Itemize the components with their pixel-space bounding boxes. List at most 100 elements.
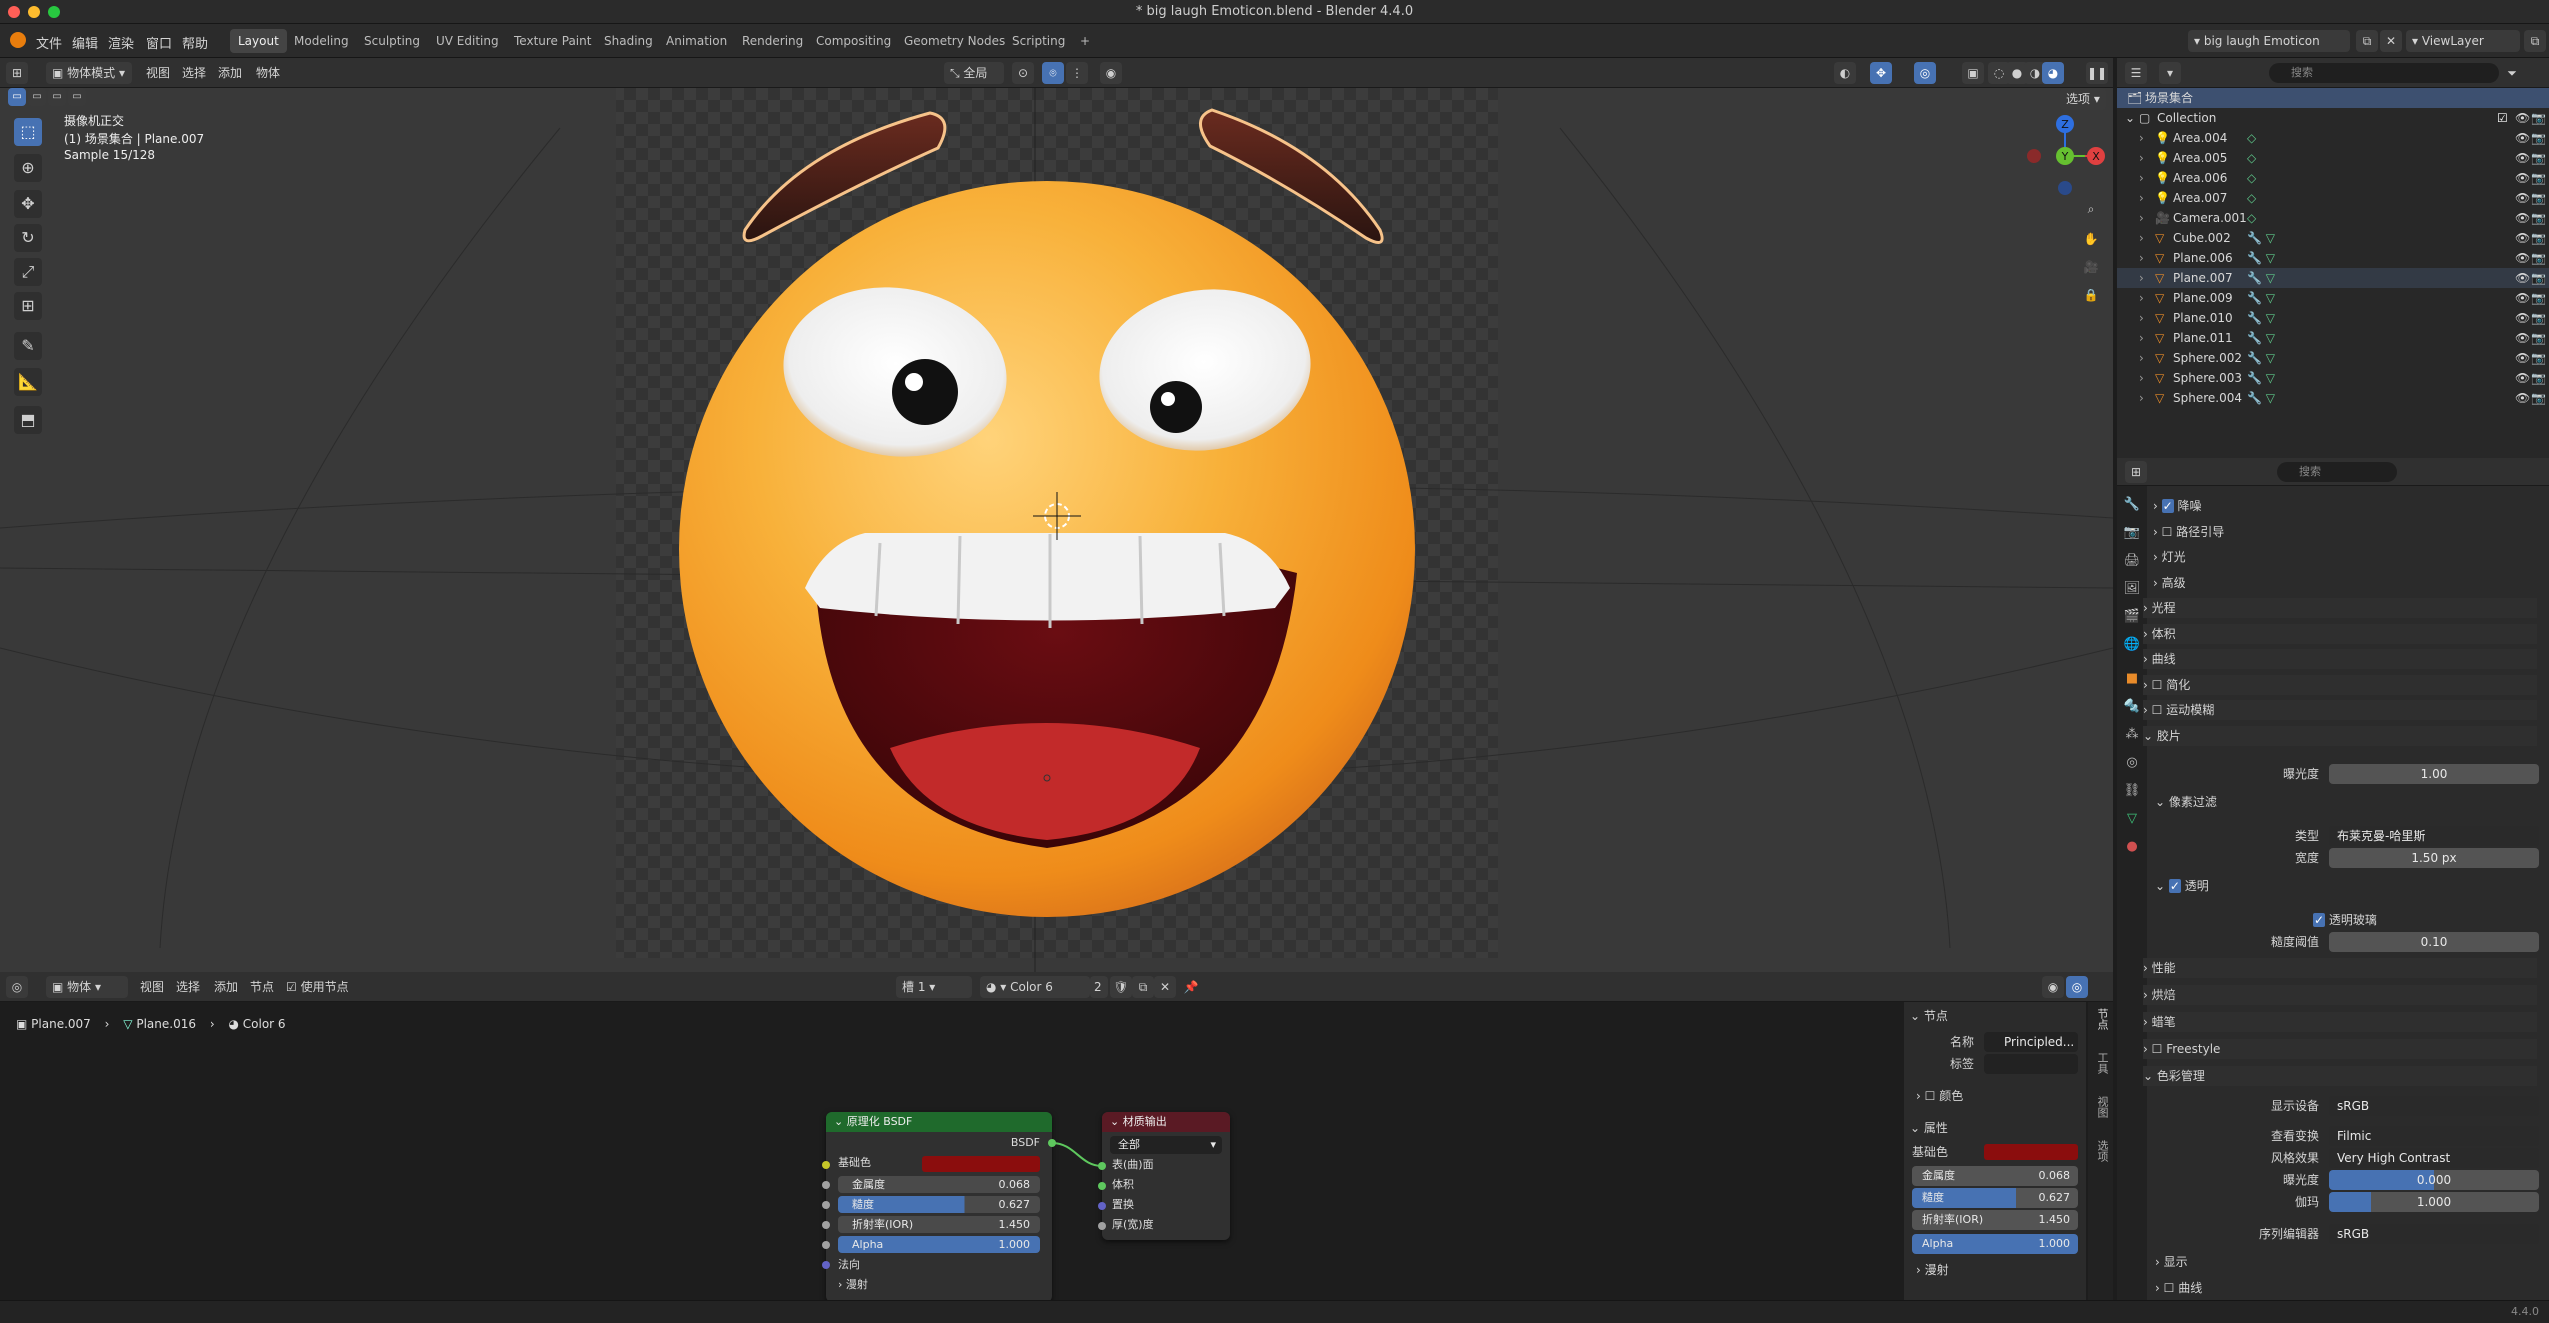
render-camera-icon[interactable]: 📷 — [2531, 268, 2546, 288]
sidebar-tab-view[interactable]: 视图 — [2092, 1096, 2110, 1118]
visibility-eye-icon[interactable]: 👁 — [2515, 388, 2530, 408]
render-camera-icon[interactable]: 📷 — [2531, 128, 2546, 148]
tab-rendering[interactable]: Rendering — [734, 29, 811, 53]
add-workspace-button[interactable]: + — [1072, 29, 1098, 53]
node-label-input[interactable] — [1984, 1054, 2078, 1074]
measure-tool-icon[interactable]: 📐 — [14, 368, 42, 396]
tab-scripting[interactable]: Scripting — [1004, 29, 1073, 53]
snap-target-icon[interactable]: ⋮ — [1066, 62, 1088, 84]
viewport-menu-add[interactable]: 添加 — [218, 62, 242, 84]
add-cube-tool-icon[interactable]: ⬒ — [14, 406, 42, 434]
sidebar-tab-options[interactable]: 选项 — [2092, 1140, 2110, 1162]
sidebar-ior-field[interactable]: 折射率(IOR) 1.450 — [1912, 1210, 2078, 1230]
render-camera-icon[interactable]: 📷 — [2531, 248, 2546, 268]
view-layer-selector[interactable]: ▾ ViewLayer — [2406, 30, 2520, 52]
cm-display-panel[interactable]: › 显示 — [2155, 1252, 2188, 1272]
chevron-right-icon[interactable]: › — [2139, 308, 2144, 328]
tab-modeling[interactable]: Modeling — [286, 29, 357, 53]
visibility-eye-icon[interactable]: 👁 — [2515, 308, 2530, 328]
thickness-socket[interactable] — [1098, 1222, 1106, 1230]
ior-socket[interactable] — [822, 1221, 830, 1229]
menu-window[interactable]: 窗口 — [146, 33, 172, 52]
props-panel-row[interactable]: › ☐ 简化 — [2143, 674, 2537, 695]
node-color-panel[interactable]: › ☐ 颜色 — [1916, 1086, 1963, 1106]
transform-tool-icon[interactable]: ⊞ — [14, 292, 42, 320]
filter-width-field[interactable]: 1.50 px — [2329, 848, 2539, 868]
chevron-right-icon[interactable]: › — [2139, 248, 2144, 268]
sidebar-base-color-swatch[interactable] — [1984, 1144, 2078, 1160]
select-mode-new-icon[interactable]: ▭ — [8, 88, 26, 106]
unlink-material-icon[interactable]: ✕ — [1154, 976, 1176, 998]
outliner-item[interactable]: › ▽ Cube.002 🔧 ▽ 👁 📷 — [2117, 228, 2549, 248]
duplicate-material-icon[interactable]: ⧉ — [1132, 976, 1154, 998]
base-color-socket[interactable] — [822, 1161, 830, 1169]
chevron-right-icon[interactable]: › — [2139, 368, 2144, 388]
collection-camera-icon[interactable]: 📷 — [2531, 108, 2546, 128]
material-users-count[interactable]: 2 — [1090, 976, 1108, 998]
chevron-right-icon[interactable]: › — [2139, 168, 2144, 188]
render-camera-icon[interactable]: 📷 — [2531, 308, 2546, 328]
outliner-item[interactable]: › 💡 Area.004 ◇ 👁 📷 — [2117, 128, 2549, 148]
new-scene-icon[interactable]: ⧉ — [2356, 30, 2378, 52]
gizmo-toggle-icon[interactable]: ✥ — [1870, 62, 1892, 84]
outliner-item[interactable]: › ▽ Plane.009 🔧 ▽ 👁 📷 — [2117, 288, 2549, 308]
tab-layout[interactable]: Layout — [230, 29, 287, 53]
bsdf-node-header[interactable]: ⌄ 原理化 BSDF — [826, 1112, 1052, 1132]
visibility-eye-icon[interactable]: 👁 — [2515, 368, 2530, 388]
sidebar-tab-tool[interactable]: 工具 — [2092, 1052, 2110, 1074]
render-camera-icon[interactable]: 📷 — [2531, 328, 2546, 348]
props-panel-row[interactable]: ⌄ 胶片 — [2143, 725, 2537, 746]
render-camera-icon[interactable]: 📷 — [2531, 288, 2546, 308]
render-camera-icon[interactable]: 📷 — [2531, 148, 2546, 168]
use-nodes-checkbox[interactable]: ☑ 使用节点 — [286, 976, 349, 998]
select-box-tool-icon[interactable]: ⬚ — [14, 118, 42, 146]
props-panel-row[interactable]: › ✓ 降噪 — [2153, 496, 2537, 516]
render-camera-icon[interactable]: 📷 — [2531, 348, 2546, 368]
outliner-item[interactable]: › ▽ Plane.006 🔧 ▽ 👁 📷 — [2117, 248, 2549, 268]
shading-rendered-icon[interactable]: ◕ — [2042, 62, 2064, 84]
render-tab-icon[interactable]: 📷 — [2119, 520, 2145, 546]
alpha-socket[interactable] — [822, 1241, 830, 1249]
lock-camera-icon[interactable]: 🔒 — [2080, 284, 2102, 306]
sidebar-roughness-field[interactable]: 糙度 0.627 — [1912, 1188, 2078, 1208]
props-panel-row[interactable]: › 烘焙 — [2143, 985, 2537, 1005]
output-target-selector[interactable]: 全部 ▾ — [1110, 1136, 1222, 1154]
object-visibility-icon[interactable]: ◐ — [1834, 62, 1856, 84]
visibility-eye-icon[interactable]: 👁 — [2515, 208, 2530, 228]
visibility-eye-icon[interactable]: 👁 — [2515, 188, 2530, 208]
bsdf-alpha-field[interactable]: Alpha 1.000 — [838, 1236, 1040, 1253]
transform-orientation-selector[interactable]: ⤡ 全局 — [944, 62, 1004, 84]
options-button[interactable]: 选项 ▾ — [2060, 88, 2106, 110]
chevron-right-icon[interactable]: › — [2139, 188, 2144, 208]
outliner-item[interactable]: › 🎥 Camera.001 ◇ 👁 📷 — [2117, 208, 2549, 228]
outliner-item[interactable]: › ▽ Sphere.003 🔧 ▽ 👁 📷 — [2117, 368, 2549, 388]
render-camera-icon[interactable]: 📷 — [2531, 388, 2546, 408]
visibility-eye-icon[interactable]: 👁 — [2515, 248, 2530, 268]
new-view-layer-icon[interactable]: ⧉ — [2524, 30, 2546, 52]
props-panel-row[interactable]: › 蜡笔 — [2143, 1012, 2537, 1032]
transparent-glass-checkbox[interactable]: ✓ 透明玻璃 — [2313, 910, 2377, 930]
tab-uv-editing[interactable]: UV Editing — [428, 29, 507, 53]
tab-compositing[interactable]: Compositing — [808, 29, 899, 53]
node-panel-header[interactable]: ⌄ 节点 — [1910, 1006, 1948, 1026]
cm-gamma-field[interactable]: 1.000 — [2329, 1192, 2539, 1212]
pin-icon[interactable]: 📌 — [1180, 976, 1202, 998]
sidebar-metallic-field[interactable]: 金属度 0.068 — [1912, 1166, 2078, 1186]
display-device-selector[interactable]: sRGB — [2329, 1096, 2539, 1116]
sidebar-diffuse-panel[interactable]: › 漫射 — [1916, 1260, 1949, 1280]
chevron-right-icon[interactable]: › — [2139, 268, 2144, 288]
3d-viewport[interactable]: Z X Y ▭ ▭ ▭ ▭ 选项 ▾ ⬚ ⊕ ✥ ↻ ⤢ ⊞ ✎ 📐 ⬒ 摄像机… — [0, 88, 2113, 972]
select-mode-extend-icon[interactable]: ▭ — [28, 88, 46, 106]
outliner-item[interactable]: › ▽ Plane.007 🔧 ▽ 👁 📷 — [2117, 268, 2549, 288]
visibility-eye-icon[interactable]: 👁 — [2515, 128, 2530, 148]
outliner-item[interactable]: › 💡 Area.007 ◇ 👁 📷 — [2117, 188, 2549, 208]
roughness-threshold-field[interactable]: 0.10 — [2329, 932, 2539, 952]
surface-socket[interactable] — [1098, 1162, 1106, 1170]
pan-hand-icon[interactable]: ✋ — [2080, 228, 2102, 250]
scene-selector[interactable]: ▾ big laugh Emoticon — [2188, 30, 2350, 52]
shader-type-selector[interactable]: ▣ 物体 ▾ — [46, 976, 128, 998]
menu-file[interactable]: 文件 — [36, 33, 62, 52]
chevron-right-icon[interactable]: › — [2139, 388, 2144, 408]
bsdf-base-color-swatch[interactable] — [922, 1156, 1040, 1172]
props-panel-row[interactable]: › 灯光 — [2153, 547, 2537, 567]
